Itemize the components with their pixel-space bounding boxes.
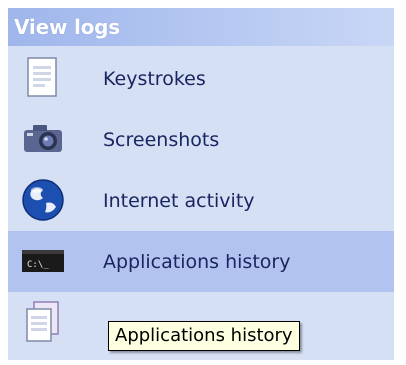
- log-item-label: Internet activity: [103, 189, 255, 212]
- document-icon: [20, 55, 66, 101]
- log-item-screenshots[interactable]: Screenshots: [8, 109, 394, 170]
- log-item-keystrokes[interactable]: Keystrokes: [8, 48, 394, 109]
- log-item-internet-activity[interactable]: Internet activity: [8, 170, 394, 231]
- panel-header[interactable]: View logs: [8, 8, 394, 46]
- console-icon: C:\_: [20, 238, 66, 284]
- documents-icon: [20, 299, 66, 345]
- log-list: Keystrokes Screenshots Internet activity…: [8, 48, 394, 353]
- camera-icon: [20, 116, 66, 162]
- svg-text:C:\_: C:\_: [27, 260, 49, 270]
- log-item-label: Screenshots: [103, 128, 220, 151]
- view-logs-panel: View logs Keystrokes Screenshots Interne…: [8, 8, 394, 360]
- tooltip: Applications history: [108, 321, 300, 351]
- log-item-applications-history[interactable]: C:\_ Applications history: [8, 231, 394, 292]
- log-item-label: Applications history: [103, 250, 291, 273]
- panel-title: View logs: [14, 15, 121, 39]
- log-item-label: Keystrokes: [103, 67, 206, 90]
- globe-icon: [20, 177, 66, 223]
